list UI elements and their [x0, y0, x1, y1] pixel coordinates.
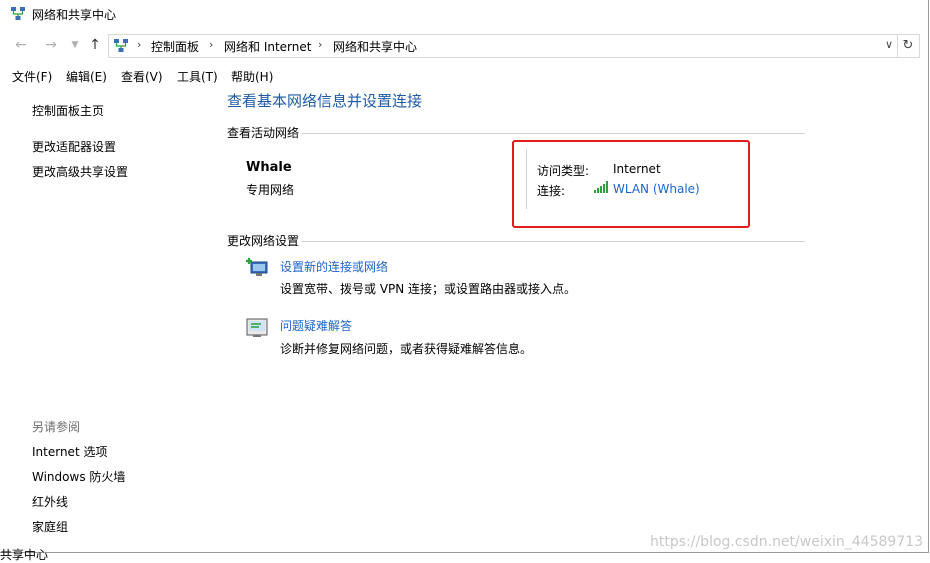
see-also-infrared[interactable]: 红外线: [32, 493, 68, 510]
address-bar[interactable]: › 控制面板 › 网络和 Internet › 网络和共享中心 ∨: [108, 34, 898, 58]
setup-connection-desc: 设置宽带、拨号或 VPN 连接；或设置路由器或接入点。: [280, 282, 577, 296]
up-arrow-icon[interactable]: ↑: [86, 36, 104, 54]
see-also-internet-options[interactable]: Internet 选项: [32, 443, 107, 460]
breadcrumb-network-internet[interactable]: 网络和 Internet: [224, 38, 311, 55]
sidebar-item-advanced-sharing[interactable]: 更改高级共享设置: [32, 163, 128, 180]
network-name: Whale: [246, 160, 292, 175]
sidebar-item-adapter-settings[interactable]: 更改适配器设置: [32, 138, 116, 155]
refresh-icon[interactable]: ↻: [897, 34, 920, 58]
troubleshoot-link[interactable]: 问题疑难解答: [280, 317, 352, 334]
taskbar-fragment: 共享中心: [0, 548, 49, 562]
sidebar-home-link[interactable]: 控制面板主页: [32, 102, 104, 119]
menu-view[interactable]: 查看(V): [121, 68, 163, 85]
watermark: https://blog.csdn.net/weixin_44589713: [650, 534, 924, 550]
network-center-icon: [11, 7, 25, 20]
highlight-box: [512, 140, 750, 228]
chevron-right-icon[interactable]: ›: [209, 38, 213, 51]
divider: [302, 133, 805, 134]
navigation-row: ← → ▼ ↑ › 控制面板 › 网络和 Internet › 网络和共享中心 …: [0, 32, 928, 60]
window: 网络和共享中心 ← → ▼ ↑ › 控制面板 › 网络和 Internet › …: [0, 0, 929, 553]
new-connection-icon: [246, 258, 268, 276]
change-settings-heading: 更改网络设置: [227, 234, 300, 248]
chevron-down-icon[interactable]: ∨: [885, 38, 893, 51]
active-network-heading: 查看活动网络: [227, 126, 300, 140]
menu-bar: 文件(F) 编辑(E) 查看(V) 工具(T) 帮助(H): [0, 66, 928, 86]
divider: [302, 241, 805, 242]
menu-edit[interactable]: 编辑(E): [66, 68, 107, 85]
chevron-right-icon[interactable]: ›: [137, 38, 141, 51]
window-title: 网络和共享中心: [32, 8, 117, 22]
see-also-heading: 另请参阅: [32, 420, 81, 434]
title-bar: 网络和共享中心: [0, 0, 928, 30]
breadcrumb-network-center[interactable]: 网络和共享中心: [333, 38, 417, 55]
network-type: 专用网络: [246, 183, 295, 197]
control-panel-icon: [114, 39, 128, 52]
back-arrow-icon[interactable]: ←: [12, 36, 30, 54]
troubleshoot-desc: 诊断并修复网络问题，或者获得疑难解答信息。: [280, 342, 533, 356]
menu-file[interactable]: 文件(F): [12, 68, 52, 85]
setup-connection-link[interactable]: 设置新的连接或网络: [280, 258, 388, 275]
recent-dropdown-icon[interactable]: ▼: [66, 36, 84, 54]
menu-help[interactable]: 帮助(H): [231, 68, 273, 85]
sidebar: 控制面板主页 更改适配器设置 更改高级共享设置 另请参阅 Internet 选项…: [0, 88, 210, 550]
see-also-homegroup[interactable]: 家庭组: [32, 518, 68, 535]
menu-tools[interactable]: 工具(T): [177, 68, 218, 85]
breadcrumb-control-panel[interactable]: 控制面板: [151, 38, 199, 55]
chevron-right-icon[interactable]: ›: [318, 38, 322, 51]
forward-arrow-icon[interactable]: →: [42, 36, 60, 54]
see-also-firewall[interactable]: Windows 防火墙: [32, 468, 125, 485]
troubleshoot-icon: [246, 318, 268, 337]
page-title: 查看基本网络信息并设置连接: [227, 92, 423, 110]
